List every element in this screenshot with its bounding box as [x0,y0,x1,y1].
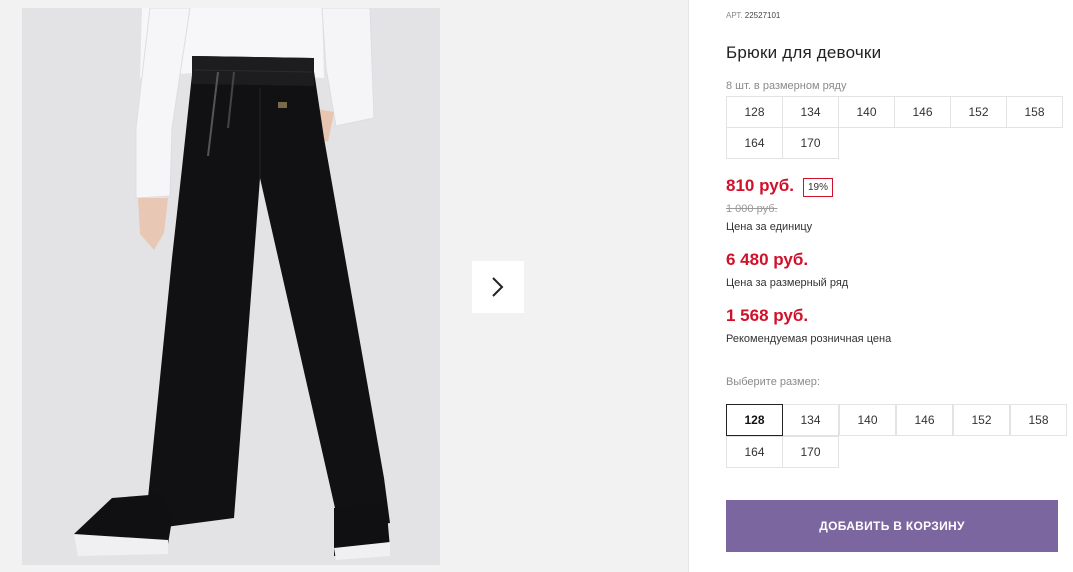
size-option-146[interactable]: 146 [896,404,953,436]
retail-price-note: Рекомендуемая розничная цена [726,333,892,345]
size-row-cell: 158 [1006,96,1063,128]
article-number: АРТ. 22527101 [726,11,780,20]
size-option-128[interactable]: 128 [726,404,783,436]
retail-price: 1 568 руб. [726,306,809,325]
size-select-label: Выберите размер: [726,376,820,388]
product-title: Брюки для девочки [726,43,882,62]
row-price-note: Цена за размерный ряд [726,277,849,289]
size-row-cell: 140 [838,96,895,128]
product-photo-image [22,8,440,565]
size-row-cell: 146 [894,96,951,128]
size-row-cell: 164 [726,127,783,159]
size-option-134[interactable]: 134 [782,404,839,436]
row-price: 6 480 руб. [726,250,809,269]
pack-note: 8 шт. в размерном ряду [726,80,847,92]
unit-price: 810 руб. [726,176,794,195]
size-option-158[interactable]: 158 [1010,404,1067,436]
old-price: 1 000 руб. [726,203,778,215]
size-row-cell: 134 [782,96,839,128]
size-option-140[interactable]: 140 [839,404,896,436]
unit-price-note: Цена за единицу [726,221,813,233]
size-option-170[interactable]: 170 [782,436,839,468]
size-row-cell: 152 [950,96,1007,128]
size-option-164[interactable]: 164 [726,436,783,468]
size-row-cell: 128 [726,96,783,128]
size-option-152[interactable]: 152 [953,404,1010,436]
product-photo[interactable] [22,8,440,565]
chevron-right-icon [492,277,504,297]
next-image-button[interactable] [472,261,524,313]
article-value: 22527101 [744,11,781,20]
article-label: АРТ. [726,11,743,20]
product-gallery [0,0,689,572]
discount-badge: 19% [803,178,833,197]
size-row-cell: 170 [782,127,839,159]
add-to-cart-button[interactable]: ДОБАВИТЬ В КОРЗИНУ [726,500,1058,552]
